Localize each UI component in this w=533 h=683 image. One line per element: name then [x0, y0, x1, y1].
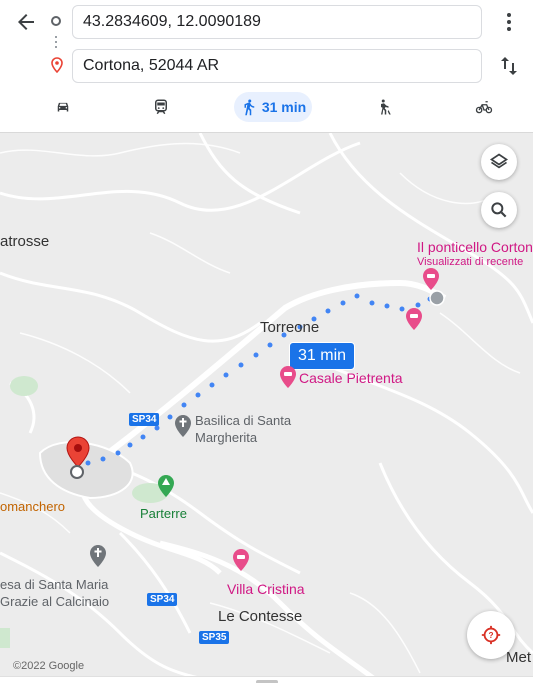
directions-header: 43.2834609, 12.0090189 Cortona, 52044 AR…: [0, 0, 533, 133]
travel-mode-bar: 31 min: [0, 92, 533, 124]
label-le-contesse: Le Contesse: [218, 608, 303, 625]
label-torreone: Torreone: [260, 319, 320, 336]
mode-ride[interactable]: [373, 92, 395, 122]
church-pin-icon[interactable]: [174, 414, 192, 438]
church-pin-icon-2[interactable]: [89, 544, 107, 568]
label-villa-cristina[interactable]: Villa Cristina: [227, 581, 305, 597]
walk-duration: 31 min: [261, 99, 307, 115]
search-map-button[interactable]: [481, 192, 517, 228]
casale-hotel-pin-icon[interactable]: [278, 365, 298, 389]
villa-cristina-pin-icon[interactable]: [231, 548, 251, 572]
map-copyright: ©2022 Google: [13, 660, 85, 672]
swap-vert-icon[interactable]: [497, 54, 521, 78]
hotel-pin-icon[interactable]: [421, 267, 441, 291]
road-sp34-badge-2: SP34: [147, 593, 178, 606]
bike-icon: [475, 101, 493, 114]
map-view[interactable]: ? atrosse Il ponticello Corton Visualizz…: [0, 133, 533, 683]
train-icon: [155, 99, 167, 115]
mode-bike[interactable]: [472, 92, 496, 122]
origin-circle-icon: [51, 16, 61, 26]
origin-field[interactable]: 43.2834609, 12.0090189: [72, 5, 482, 39]
road-sp35-badge: SP35: [199, 631, 230, 644]
road-sp34-badge-1: SP34: [129, 413, 160, 426]
mode-transit[interactable]: [148, 92, 174, 122]
search-icon: [491, 202, 507, 218]
label-basilica-line2[interactable]: Margherita: [195, 430, 257, 446]
label-parterre[interactable]: Parterre: [140, 506, 187, 521]
label-il-ponticello[interactable]: Il ponticello Corton: [417, 239, 533, 255]
label-omanchero[interactable]: omanchero: [0, 499, 65, 514]
car-icon: [57, 102, 69, 112]
destination-pin-icon: [51, 57, 63, 73]
label-atrosse: atrosse: [0, 233, 50, 250]
route-duration-badge[interactable]: 31 min: [289, 342, 356, 370]
hotel-pin-icon-2[interactable]: [404, 307, 424, 331]
mode-drive[interactable]: [50, 92, 76, 122]
more-vert-icon[interactable]: [497, 10, 521, 34]
label-met: Met: [506, 649, 532, 666]
mode-walk[interactable]: 31 min: [234, 92, 312, 122]
svg-text:?: ?: [488, 631, 493, 640]
label-casale-pietrenta[interactable]: Casale Pietrenta: [299, 370, 403, 386]
label-basilica-line1[interactable]: Basilica di Santa: [195, 413, 291, 429]
bottom-sheet[interactable]: [0, 676, 533, 683]
label-santa-maria-line2[interactable]: Grazie al Calcinaio: [0, 594, 109, 610]
route-start-circle-icon: [429, 290, 445, 306]
layers-icon: [489, 153, 509, 169]
walk-icon: [244, 99, 255, 116]
route-end-circle-icon: [70, 465, 84, 479]
location-help-icon: ?: [481, 625, 501, 645]
ride-icon: [381, 99, 391, 115]
layers-button[interactable]: [481, 144, 517, 180]
park-pin-icon[interactable]: [156, 474, 176, 498]
route-connector-dots: [55, 36, 57, 50]
destination-field[interactable]: Cortona, 52044 AR: [72, 49, 482, 83]
arrow-left-icon[interactable]: [14, 10, 38, 34]
label-santa-maria-line1[interactable]: esa di Santa Maria: [0, 577, 108, 593]
